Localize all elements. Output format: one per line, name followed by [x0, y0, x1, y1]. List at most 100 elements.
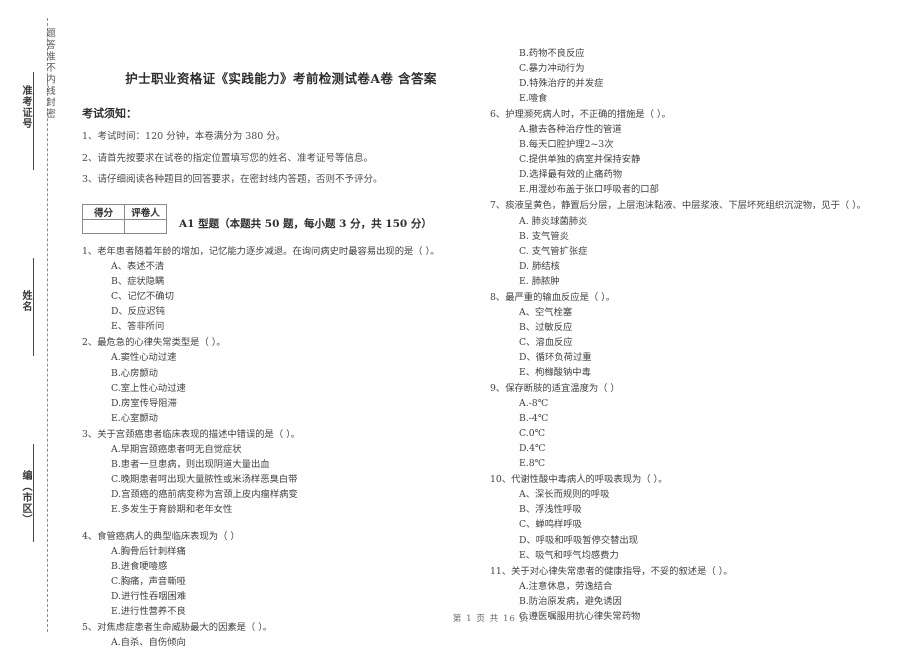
option-item[interactable]: B.患者一旦患病，则出现阴道大量出血 — [82, 457, 480, 472]
column-top-offset — [490, 0, 888, 46]
question-options: A.撤去各种治疗性的管道 B.每天口腔护理2~3次 C.提供单独的病室并保持安静… — [490, 122, 888, 197]
option-item[interactable]: E.心室颤动 — [82, 411, 480, 426]
question-stem: 3、关于宫颈癌患者临床表现的描述中错误的是（ ）。 — [82, 428, 301, 440]
question-stem: 7、痰液呈黄色，静置后分层，上层泡沫黏液、中层浆液、下层坏死组织沉淀物，见于（ … — [490, 200, 867, 212]
question-item: 3、关于宫颈癌患者临床表现的描述中错误的是（ ）。 A.早期宫颈癌患者呵无自觉症… — [82, 427, 480, 517]
option-item[interactable]: C. 支气管扩张症 — [490, 244, 888, 259]
page-title: 护士职业资格证《实践能力》考前检测试卷A卷 含答案 — [125, 71, 437, 86]
option-item[interactable]: C.0℃ — [490, 426, 888, 441]
notice-heading: 考试须知： — [82, 107, 137, 120]
option-item[interactable]: D、循环负荷过重 — [490, 350, 888, 365]
question-item: 6、护理濒死病人时，不正确的措施是（ ）。 A.撤去各种治疗性的管道 B.每天口… — [490, 107, 888, 197]
option-item[interactable]: D、呼吸和呼吸暂停交替出现 — [490, 533, 888, 548]
option-item[interactable]: C.提供单独的病室并保持安静 — [490, 152, 888, 167]
grader-value-cell[interactable] — [124, 219, 167, 235]
option-item[interactable]: D.房室传导阻滞 — [82, 396, 480, 411]
option-item[interactable]: E.噎食 — [490, 91, 888, 106]
option-item[interactable]: A.早期宫颈癌患者呵无自觉症状 — [82, 442, 480, 457]
option-item[interactable]: B、症状隐瞒 — [82, 274, 480, 289]
option-item[interactable]: C.胸痛，声音嘶哑 — [82, 574, 480, 589]
question-stem: 4、食管癌病人的典型临床表现为（ ） — [82, 531, 240, 542]
option-item[interactable]: E.8℃ — [490, 456, 888, 471]
score-header-cell: 得分 — [82, 204, 125, 221]
option-item[interactable]: D. 肺结核 — [490, 259, 888, 274]
option-item[interactable]: B.心房颤动 — [82, 366, 480, 381]
notice-item: 1、考试时间：120 分钟，本卷满分为 380 分。 — [82, 131, 286, 142]
option-item[interactable]: A、表述不清 — [82, 259, 480, 274]
option-item[interactable]: D.特殊治疗的并发症 — [490, 76, 888, 91]
question-item: 5、对焦虑症患者生命威胁最大的因素是（ ）。 A.自杀、自伤倾向 — [82, 620, 480, 650]
question-stem: 1、老年患者随着年龄的增加，记忆能力逐步减退。在询问病史时最容易出现的是（ ）。 — [82, 246, 440, 258]
option-item[interactable]: C.晚期患者呵出现大量脓性或米汤样恶臭白带 — [82, 472, 480, 487]
option-item[interactable]: E、吸气和呼气均感费力 — [490, 548, 888, 563]
question-stem: 2、最危急的心律失常类型是（ ）。 — [82, 337, 226, 349]
score-value-cell[interactable] — [82, 219, 125, 235]
option-item[interactable]: E、答非所问 — [82, 319, 480, 334]
question-options: A、表述不清 B、症状隐瞒 C、记忆不确切 D、反应迟钝 E、答非所问 — [82, 259, 480, 334]
option-item[interactable]: A、深长而规则的呼吸 — [490, 487, 888, 502]
seal-sidebar: 题答准不内线封密 准考证号 姓名 编（市区） — [0, 0, 62, 650]
option-item[interactable]: C.室上性心动过速 — [82, 381, 480, 396]
question-item: 9、保存断肢的适宜温度为（ ） A.-8℃ B.-4℃ C.0℃ D.4℃ E.… — [490, 381, 888, 471]
option-item[interactable]: A、空气栓塞 — [490, 305, 888, 320]
question-options: A.胸骨后针刺样痛 B.进食哽噎感 C.胸痛，声音嘶哑 D.进行性吞咽困难 E.… — [82, 544, 480, 619]
option-item[interactable]: A. 肺炎球菌肺炎 — [490, 214, 888, 229]
question-options: A.窦性心动过速 B.心房颤动 C.室上性心动过速 D.房室传导阻滞 E.心室颤… — [82, 350, 480, 425]
option-item[interactable]: A.窦性心动过速 — [82, 350, 480, 365]
question-stem: 11、关于对心律失常患者的健康指导，不妥的叙述是（ ）。 — [490, 565, 733, 577]
option-item[interactable]: C.暴力冲动行为 — [490, 61, 888, 76]
seal-dashed-text: 题答准不内线封密 — [44, 28, 55, 120]
exam-sheet: 护士职业资格证《实践能力》考前检测试卷A卷 含答案 考试须知： 1、考试时间：1… — [62, 0, 920, 650]
option-item[interactable]: E. 肺脓肿 — [490, 274, 888, 289]
option-item[interactable]: A.胸骨后针刺样痛 — [82, 544, 480, 559]
option-item[interactable]: D.4℃ — [490, 441, 888, 456]
option-item[interactable]: E.用湿纱布盖于张口呼吸者的口部 — [490, 182, 888, 197]
option-item[interactable]: B.防治原发病，避免诱因 — [490, 594, 888, 609]
page-footer: 第 1 页 共 16 页 — [452, 614, 530, 624]
option-item[interactable]: E、枸橼酸钠中毒 — [490, 365, 888, 380]
question-item: 4、食管癌病人的典型临床表现为（ ） A.胸骨后针刺样痛 B.进食哽噎感 C.胸… — [82, 529, 480, 619]
question-stem: 8、最严重的输血反应是（ ）。 — [490, 291, 616, 303]
option-item[interactable]: A.撤去各种治疗性的管道 — [490, 122, 888, 137]
option-item[interactable]: D、反应迟钝 — [82, 304, 480, 319]
option-item[interactable]: B.每天口腔护理2~3次 — [490, 137, 888, 152]
option-item[interactable]: A.注意休息，劳逸结合 — [490, 579, 888, 594]
question-options: A. 肺炎球菌肺炎 B. 支气管炎 C. 支气管扩张症 D. 肺结核 E. 肺脓… — [490, 214, 888, 289]
option-item[interactable]: C、溶血反应 — [490, 335, 888, 350]
question-item: 7、痰液呈黄色，静置后分层，上层泡沫黏液、中层浆液、下层坏死组织沉淀物，见于（ … — [490, 198, 888, 288]
option-item[interactable]: B. 支气管炎 — [490, 229, 888, 244]
question-stem: 9、保存断肢的适宜温度为（ ） — [490, 383, 620, 395]
seal-label-district: 编（市区） — [20, 470, 31, 525]
option-item[interactable]: D.选择最有效的止痛药物 — [490, 167, 888, 182]
notice-item: 2、请首先按要求在试卷的指定位置填写您的姓名、准考证号等信息。 — [82, 152, 374, 164]
option-item[interactable]: B、浮浅性呼吸 — [490, 502, 888, 517]
right-column: B.药物不良反应 C.暴力冲动行为 D.特殊治疗的并发症 E.噎食 6、护理濒死… — [490, 0, 888, 625]
question-item: 2、最危急的心律失常类型是（ ）。 A.窦性心动过速 B.心房颤动 C.室上性心… — [82, 335, 480, 425]
question-options: A.自杀、自伤倾向 — [82, 635, 480, 650]
notice-item: 3、请仔细阅读各种题目的回答要求，在密封线内答题，否则不予评分。 — [82, 174, 383, 186]
option-item[interactable]: E.多发生于育龄期和老年女性 — [82, 502, 480, 517]
question-item: 8、最严重的输血反应是（ ）。 A、空气栓塞 B、过敏反应 C、溶血反应 D、循… — [490, 290, 888, 380]
question-item: 1、老年患者随着年龄的增加，记忆能力逐步减退。在询问病史时最容易出现的是（ ）。… — [82, 244, 480, 334]
seal-rule-2 — [33, 258, 34, 356]
option-item[interactable]: B.进食哽噎感 — [82, 559, 480, 574]
question-gap — [82, 518, 480, 529]
option-item[interactable]: B.-4℃ — [490, 411, 888, 426]
option-item[interactable]: D.宫颈癌的癌前病变称为宫颈上皮内瘤样病变 — [82, 487, 480, 502]
option-item[interactable]: A.-8℃ — [490, 396, 888, 411]
option-item[interactable]: D.进行性吞咽困难 — [82, 589, 480, 604]
option-item[interactable]: B.药物不良反应 — [490, 46, 888, 61]
option-item[interactable]: B、过敏反应 — [490, 320, 888, 335]
option-item[interactable]: C、蝉鸣样呼吸 — [490, 517, 888, 532]
question-options: A、空气栓塞 B、过敏反应 C、溶血反应 D、循环负荷过重 E、枸橼酸钠中毒 — [490, 305, 888, 380]
option-item[interactable]: C、记忆不确切 — [82, 289, 480, 304]
question-stem: 6、护理濒死病人时，不正确的措施是（ ）。 — [490, 109, 671, 121]
score-table: 得分 评卷人 — [82, 204, 167, 235]
seal-rule-3 — [33, 444, 34, 542]
question-stem: 10、代谢性酸中毒病人的呼吸表现为（ ）。 — [490, 474, 668, 486]
question-options: A.早期宫颈癌患者呵无自觉症状 B.患者一旦患病，则出现阴道大量出血 C.晚期患… — [82, 442, 480, 517]
section-title: A1 型题（本题共 50 题，每小题 3 分，共 150 分） — [179, 218, 432, 231]
question-item-continuation: B.药物不良反应 C.暴力冲动行为 D.特殊治疗的并发症 E.噎食 — [490, 46, 888, 106]
option-item[interactable]: A.自杀、自伤倾向 — [82, 635, 480, 650]
question-options: A、深长而规则的呼吸 B、浮浅性呼吸 C、蝉鸣样呼吸 D、呼吸和呼吸暂停交替出现… — [490, 487, 888, 562]
